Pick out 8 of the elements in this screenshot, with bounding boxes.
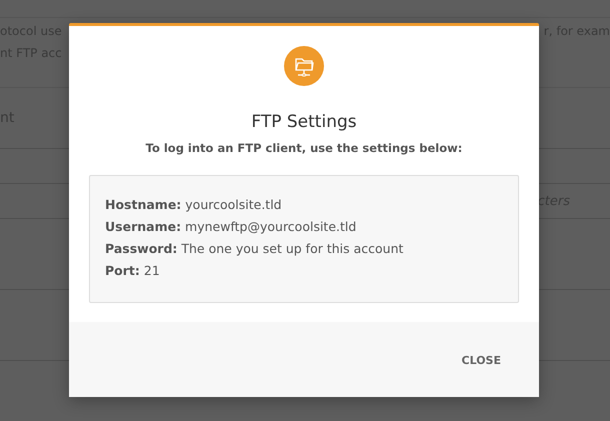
dialog-subtitle: To log into an FTP client, use the settings below: — [146, 141, 462, 155]
setting-line: Username: mynewftp@yourcoolsite.tld — [105, 218, 358, 236]
setting-line: Hostname: yourcoolsite.tld — [105, 196, 283, 214]
close-button[interactable]: CLOSE — [450, 346, 513, 375]
setting-line: Port: 21 — [105, 262, 161, 280]
folder-network-icon — [284, 46, 324, 86]
setting-line: Password: The one you set up for this account — [105, 240, 404, 258]
dialog-title: FTP Settings — [251, 112, 357, 132]
